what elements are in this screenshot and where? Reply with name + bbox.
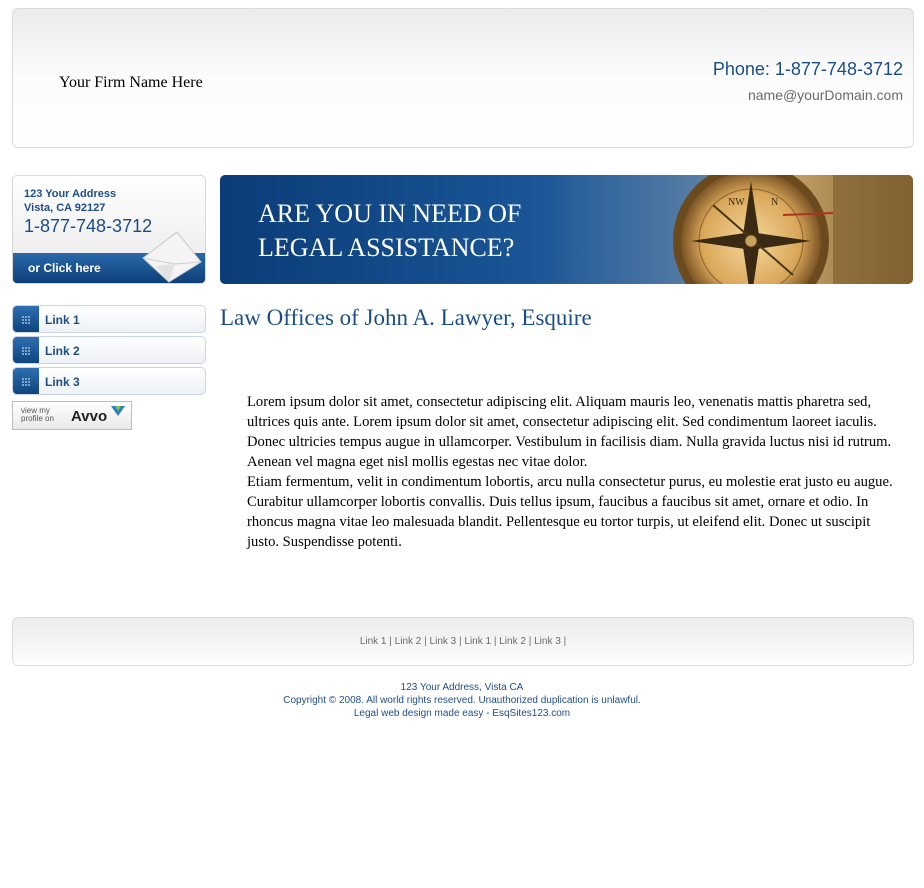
page-title: Law Offices of John A. Lawyer, Esquire bbox=[220, 305, 592, 330]
dots-icon bbox=[22, 378, 30, 386]
compass-icon: NW N bbox=[673, 175, 913, 284]
footer-link-6[interactable]: Link 3 bbox=[534, 636, 561, 647]
footer-nav-bar: Link 1 | Link 2 | Link 3 | Link 1 | Link… bbox=[12, 617, 914, 666]
footer-link-3[interactable]: Link 3 bbox=[430, 636, 457, 647]
body-paragraph-2: Etiam fermentum, velit in condimentum lo… bbox=[247, 474, 893, 550]
footer-link-5[interactable]: Link 2 bbox=[499, 636, 526, 647]
header-email-link[interactable]: name@yourDomain.com bbox=[748, 87, 903, 103]
nav-link-label: Link 1 bbox=[45, 313, 80, 327]
footer-separator: | bbox=[493, 636, 497, 647]
envelope-icon[interactable] bbox=[135, 228, 205, 283]
footer-separator: | bbox=[424, 636, 427, 647]
nav-tab bbox=[13, 368, 39, 394]
footer-separator: | bbox=[389, 636, 392, 647]
nav-link-1[interactable]: Link 1 bbox=[12, 305, 206, 333]
footer-separator: | bbox=[528, 636, 532, 647]
body-paragraph-1: Lorem ipsum dolor sit amet, consectetur … bbox=[247, 394, 892, 470]
avvo-badge-caption: view my profile on bbox=[21, 406, 54, 423]
banner-headline-line1: ARE YOU IN NEED OF bbox=[258, 199, 522, 228]
footer-copyright: Copyright © 2008. All world rights reser… bbox=[283, 695, 641, 706]
firm-name: Your Firm Name Here bbox=[59, 74, 203, 91]
footer-link-4[interactable]: Link 1 bbox=[464, 636, 491, 647]
nav-link-2[interactable]: Link 2 bbox=[12, 336, 206, 364]
footer-link-2[interactable]: Link 2 bbox=[395, 636, 422, 647]
dots-icon bbox=[22, 347, 30, 355]
nav-tab bbox=[13, 306, 39, 332]
contact-address-line2: Vista, CA 92127 bbox=[24, 202, 106, 214]
nav-link-3[interactable]: Link 3 bbox=[12, 367, 206, 395]
dots-icon bbox=[22, 316, 30, 324]
contact-phone: 1-877-748-3712 bbox=[24, 216, 153, 236]
svg-text:NW: NW bbox=[728, 197, 745, 208]
footer-link-1[interactable]: Link 1 bbox=[360, 636, 387, 647]
contact-cta-label: or Click here bbox=[28, 261, 101, 275]
footer-info: 123 Your Address, Vista CA Copyright © 2… bbox=[0, 681, 924, 720]
avvo-logo: Avvo bbox=[71, 408, 108, 425]
nav-tab bbox=[13, 337, 39, 363]
banner-headline-line2: LEGAL ASSISTANCE? bbox=[258, 233, 515, 262]
site-header: Your Firm Name Here Phone: 1-877-748-371… bbox=[12, 8, 914, 148]
main-body-text: Lorem ipsum dolor sit amet, consectetur … bbox=[247, 392, 897, 552]
contact-box: 123 Your Address Vista, CA 92127 1-877-7… bbox=[12, 175, 206, 284]
avvo-profile-badge[interactable]: view my profile on Avvo bbox=[12, 401, 132, 430]
contact-address-line1: 123 Your Address bbox=[24, 188, 117, 200]
avvo-mark-icon bbox=[111, 406, 125, 416]
footer-credit-link[interactable]: Legal web design made easy - EsqSites123… bbox=[0, 707, 924, 720]
banner-headline: ARE YOU IN NEED OF LEGAL ASSISTANCE? bbox=[258, 197, 521, 265]
footer-links: Link 1 | Link 2 | Link 3 | Link 1 | Link… bbox=[13, 636, 913, 647]
footer-address: 123 Your Address, Vista CA bbox=[400, 682, 524, 693]
header-phone: Phone: 1-877-748-3712 bbox=[712, 59, 903, 79]
svg-text:N: N bbox=[771, 197, 778, 208]
footer-separator: | bbox=[459, 636, 462, 647]
footer-separator: | bbox=[563, 636, 567, 647]
nav-link-label: Link 3 bbox=[45, 375, 80, 389]
nav-link-label: Link 2 bbox=[45, 344, 80, 358]
hero-banner: ARE YOU IN NEED OF LEGAL ASSISTANCE? NW … bbox=[220, 175, 913, 284]
